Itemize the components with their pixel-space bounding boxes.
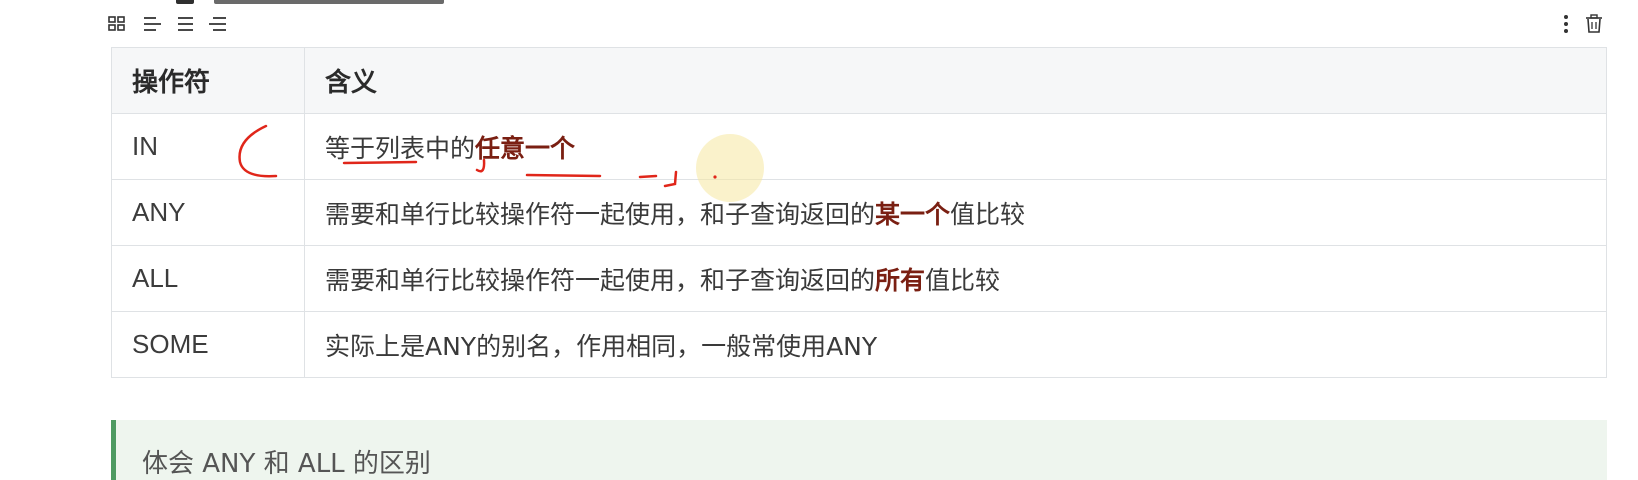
- operator-table: 操作符 含义 IN 等于列表中的任意一个 ANY 需要和单行比较操作符一起使用，…: [111, 47, 1607, 378]
- table-row: SOME 实际上是ANY的别名，作用相同，一般常使用ANY: [111, 311, 1607, 378]
- table-row: IN 等于列表中的任意一个: [111, 113, 1607, 180]
- table-header-row: 操作符 含义: [111, 47, 1607, 114]
- meaning-text-after: 值比较: [950, 199, 1026, 229]
- meaning-cell[interactable]: 需要和单行比较操作符一起使用，和子查询返回的所有值比较: [304, 245, 1607, 312]
- operator-cell[interactable]: IN: [111, 113, 305, 180]
- meaning-emphasis: 任意一个: [475, 133, 576, 163]
- meaning-cell[interactable]: 实际上是ANY的别名，作用相同，一般常使用ANY: [304, 311, 1607, 378]
- meaning-text: 需要和单行比较操作符一起使用，和子查询返回的: [325, 199, 876, 229]
- meaning-emphasis: 所有: [875, 265, 926, 295]
- callout-text: 体会 ANY 和 ALL 的区别: [142, 449, 431, 479]
- meaning-cell[interactable]: 需要和单行比较操作符一起使用，和子查询返回的某一个值比较: [304, 179, 1607, 246]
- operator-cell[interactable]: ANY: [111, 179, 305, 246]
- operator-cell[interactable]: ALL: [111, 245, 305, 312]
- align-center-icon[interactable]: [175, 14, 197, 34]
- table-row: ANY 需要和单行比较操作符一起使用，和子查询返回的某一个值比较: [111, 179, 1607, 246]
- meaning-emphasis: 某一个: [875, 199, 951, 229]
- meaning-text-after: 值比较: [925, 265, 1001, 295]
- meaning-text: 实际上是ANY的别名，作用相同，一般常使用ANY: [325, 331, 878, 361]
- align-left-icon[interactable]: [142, 14, 164, 34]
- previous-content-fragment: [0, 0, 1638, 6]
- tip-callout: 体会 ANY 和 ALL 的区别: [111, 420, 1607, 480]
- table-toolbar: [0, 8, 1638, 40]
- column-header-operator[interactable]: 操作符: [111, 47, 305, 114]
- grid-icon[interactable]: [107, 14, 129, 34]
- align-right-icon[interactable]: [207, 14, 229, 34]
- meaning-cell[interactable]: 等于列表中的任意一个: [304, 113, 1607, 180]
- meaning-text: 需要和单行比较操作符一起使用，和子查询返回的: [325, 265, 876, 295]
- more-vertical-icon[interactable]: [1560, 14, 1572, 34]
- table-row: ALL 需要和单行比较操作符一起使用，和子查询返回的所有值比较: [111, 245, 1607, 312]
- trash-icon[interactable]: [1583, 14, 1605, 34]
- meaning-text: 等于列表中的: [325, 133, 476, 163]
- operator-cell[interactable]: SOME: [111, 311, 305, 378]
- column-header-meaning[interactable]: 含义: [304, 47, 1607, 114]
